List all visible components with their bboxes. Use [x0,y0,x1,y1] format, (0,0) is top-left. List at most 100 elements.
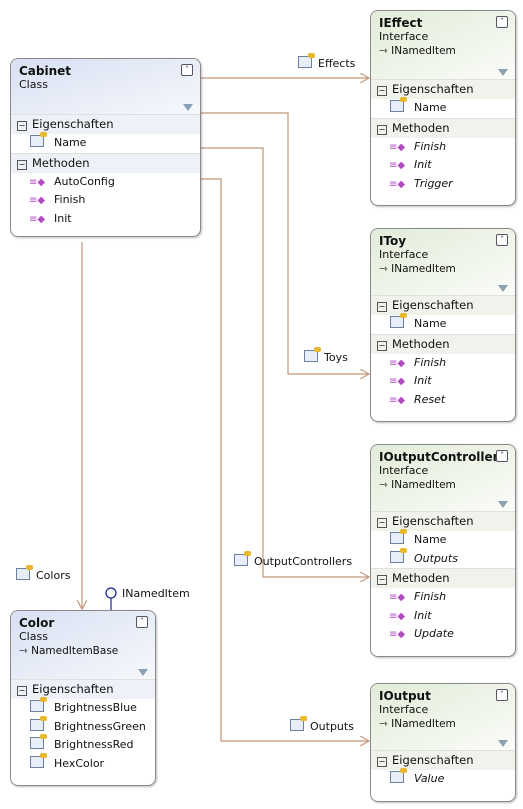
collapse-minus-icon[interactable]: − [377,575,387,585]
class-header[interactable]: IOutputController Interface ⇾ INamedItem ˄ [371,445,515,511]
member-property[interactable]: Name [371,529,515,550]
member-property[interactable]: Outputs [371,547,515,569]
section-header[interactable]: − Methoden [11,152,200,173]
member-property[interactable]: BrightnessRed [11,734,155,755]
member-property[interactable]: Value [371,768,515,789]
member-method[interactable]: ≡◆ Init [371,607,515,626]
label-colors[interactable]: Colors [16,565,70,582]
box-footer [371,193,515,205]
section-header[interactable]: − Methoden [371,568,515,588]
base-type: ⇾ INamedItem [379,45,507,57]
collapse-button[interactable]: ˄ [181,64,193,76]
section-label: Eigenschaften [392,82,474,96]
member-method[interactable]: ≡◆ Finish [371,138,515,157]
member-method[interactable]: ≡◆ Init [11,210,200,229]
filter-icon[interactable] [138,669,148,676]
member-property[interactable]: Name [11,132,200,153]
member-property[interactable]: BrightnessGreen [11,715,155,737]
property-icon [29,132,47,153]
method-icon: ≡◆ [29,213,46,225]
label-toys[interactable]: Toys [304,347,348,364]
section-header[interactable]: − Eigenschaften [371,750,515,770]
section-header[interactable]: − Methoden [371,333,515,354]
member-method[interactable]: ≡◆ Finish [371,588,515,607]
section-label: Eigenschaften [392,298,474,312]
collapse-button[interactable]: ˄ [496,450,508,462]
inherit-arrow-icon: ⇾ [379,479,392,491]
collapse-button[interactable]: ˄ [496,689,508,701]
filter-icon[interactable] [498,285,508,292]
class-box-color[interactable]: Color Class ⇾ NamedItemBase ˄ − Eigenschaften… [10,610,156,786]
class-box-ieffect[interactable]: IEffect Interface ⇾ INamedItem ˄ − Eigenschaf… [370,10,516,206]
member-method[interactable]: ≡◆ Trigger [371,175,515,194]
property-icon [304,347,321,362]
base-type-name: NamedItemBase [31,645,119,657]
label-outputs[interactable]: Outputs [290,716,354,733]
base-type-name: INamedItem [391,718,456,730]
class-header[interactable]: Color Class ⇾ NamedItemBase ˄ [11,611,155,679]
class-name: Cabinet [19,64,72,78]
class-header[interactable]: IEffect Interface ⇾ INamedItem ˄ [371,11,515,79]
method-icon: ≡◆ [389,610,406,622]
class-kind: Interface [379,30,429,43]
collapse-minus-icon[interactable]: − [377,757,387,767]
member-property[interactable]: Name [371,313,515,334]
member-method[interactable]: ≡◆ Finish [11,191,200,210]
member-method[interactable]: ≡◆ Update [371,625,515,644]
filter-icon[interactable] [183,104,193,111]
association-outputs-line[interactable] [199,178,369,741]
member-name: Outputs [414,551,458,565]
collapse-minus-icon[interactable]: − [377,124,387,135]
member-name: AutoConfig [54,174,115,188]
section-header[interactable]: − Eigenschaften [371,511,515,531]
class-header[interactable]: IToy Interface ⇾ INamedItem ˄ [371,229,515,295]
class-box-ioutputcontroller[interactable]: IOutputController Interface ⇾ INamedItem ˄ −… [370,444,516,657]
section-header[interactable]: − Methoden [371,117,515,138]
base-type: ⇾ NamedItemBase [19,645,147,657]
section-label: Methoden [392,571,450,585]
member-method[interactable]: ≡◆ Init [371,372,515,391]
collapse-minus-icon[interactable]: − [377,86,387,96]
member-property[interactable]: HexColor [11,752,155,774]
collapse-button[interactable]: ˄ [496,16,508,28]
class-header[interactable]: IOutput Interface ⇾ INamedItem ˄ [371,684,515,750]
class-name: IOutput [379,689,431,703]
base-type: ⇾ INamedItem [379,263,507,275]
collapse-minus-icon[interactable]: − [377,302,387,312]
collapse-minus-icon[interactable]: − [17,121,27,131]
method-icon: ≡◆ [389,160,406,171]
section-header[interactable]: − Eigenschaften [11,114,200,134]
class-header[interactable]: Cabinet Class ˄ [11,59,200,114]
collapse-minus-icon[interactable]: − [17,159,27,170]
member-method[interactable]: ≡◆ Init [371,156,515,175]
class-box-ioutput[interactable]: IOutput Interface ⇾ INamedItem ˄ − Eigenschaf… [370,683,516,802]
property-icon [389,547,407,569]
member-method[interactable]: ≡◆ Reset [371,391,515,410]
filter-icon[interactable] [498,740,508,747]
member-method[interactable]: ≡◆ AutoConfig [11,173,200,192]
collapse-button[interactable]: ˄ [496,234,508,246]
member-name: BrightnessRed [54,738,134,751]
association-toys-line[interactable] [199,112,369,374]
section-header[interactable]: − Eigenschaften [11,679,155,699]
lollipop-interface-icon[interactable] [105,587,117,599]
collapse-minus-icon[interactable]: − [17,686,27,696]
member-method[interactable]: ≡◆ Finish [371,354,515,373]
class-box-itoy[interactable]: IToy Interface ⇾ INamedItem ˄ − Eigenschaften… [370,228,516,422]
label-effects[interactable]: Effects [298,53,355,70]
filter-icon[interactable] [498,501,508,508]
label-outputcontrollers[interactable]: OutputControllers [234,551,352,568]
association-label: Outputs [310,720,354,733]
filter-icon[interactable] [498,69,508,76]
collapse-minus-icon[interactable]: − [377,518,387,528]
class-kind: Class [19,630,48,643]
collapse-minus-icon[interactable]: − [377,340,387,351]
method-icon: ≡◆ [29,195,46,206]
collapse-button[interactable]: ˄ [136,616,148,628]
method-icon: ≡◆ [389,178,406,190]
section-header[interactable]: − Eigenschaften [371,295,515,315]
member-property[interactable]: Name [371,97,515,118]
member-property[interactable]: BrightnessBlue [11,697,155,718]
section-header[interactable]: − Eigenschaften [371,79,515,99]
class-box-cabinet[interactable]: Cabinet Class ˄ − Eigenschaften Name − Methoden… [10,58,201,237]
